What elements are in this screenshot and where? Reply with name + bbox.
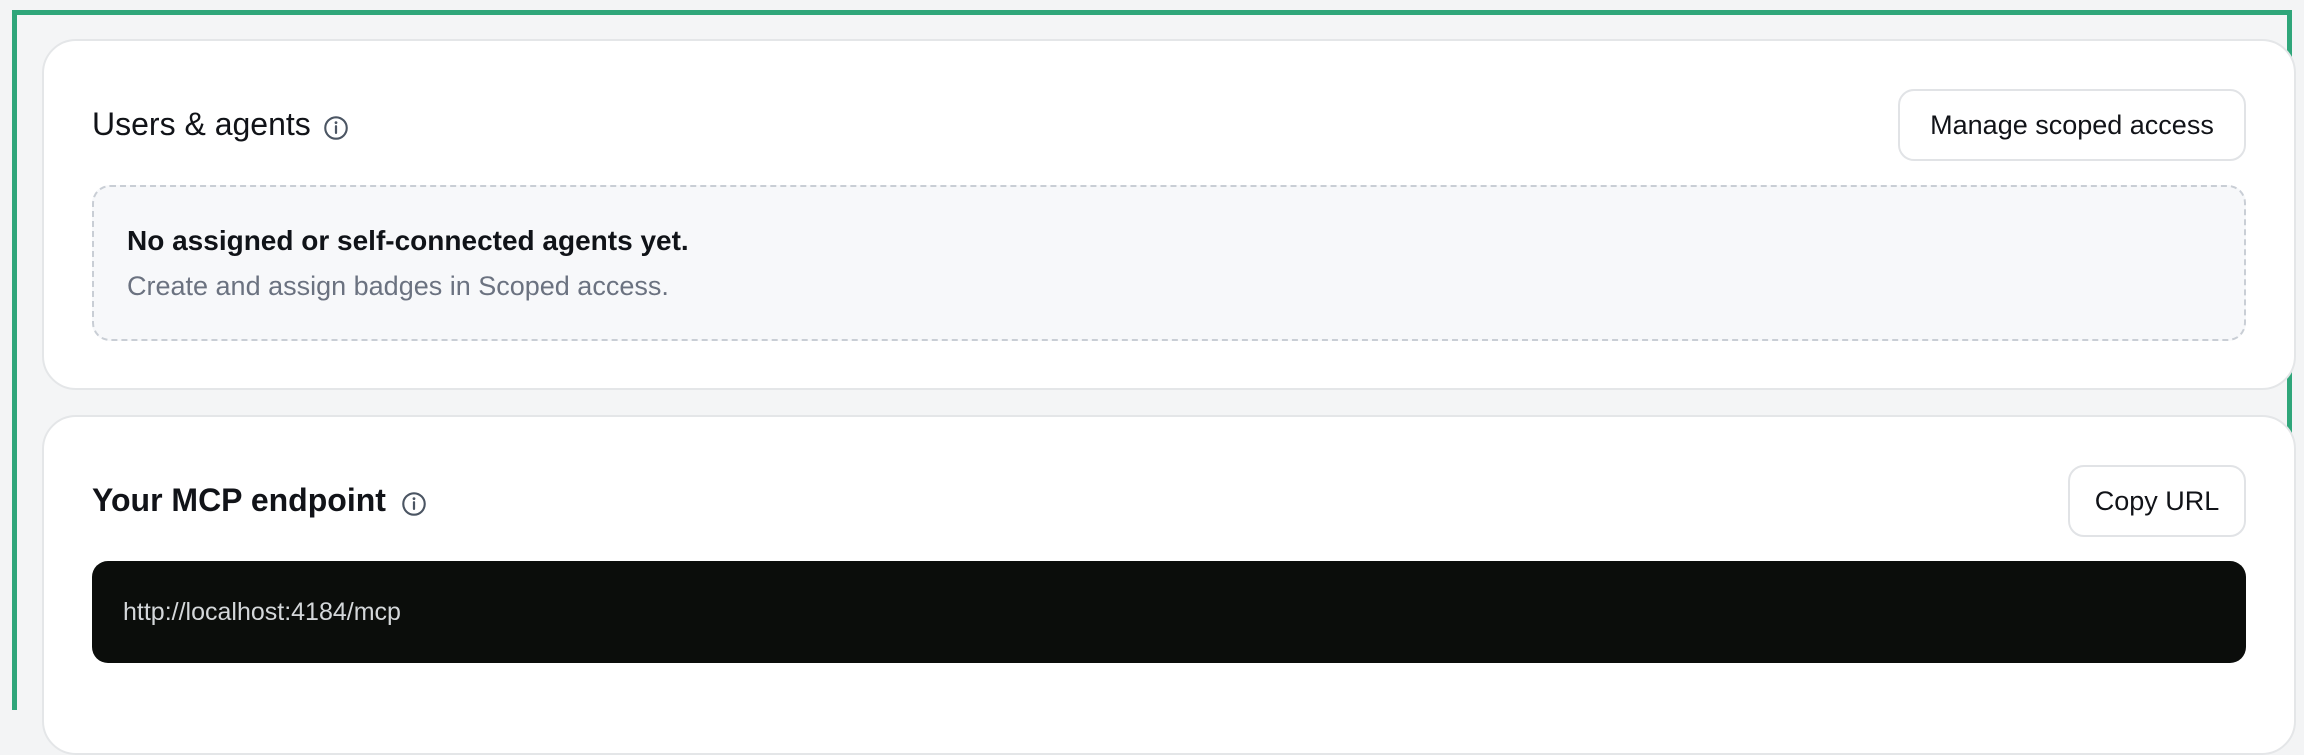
info-icon[interactable] [400,490,428,518]
mcp-endpoint-card: Your MCP endpoint Copy URL http://localh… [42,415,2296,755]
mcp-url-text[interactable]: http://localhost:4184/mcp [123,594,401,630]
users-agents-title: Users & agents [92,106,311,142]
focused-panel-frame: Users & agents Manage scoped access No a… [12,10,2296,755]
copy-url-button[interactable]: Copy URL [2068,465,2246,537]
empty-state-box: No assigned or self-connected agents yet… [92,185,2246,341]
empty-state-title: No assigned or self-connected agents yet… [127,225,689,256]
info-icon[interactable] [322,114,350,142]
users-agents-card: Users & agents Manage scoped access No a… [42,39,2296,390]
manage-scoped-access-button[interactable]: Manage scoped access [1898,89,2246,161]
mcp-endpoint-title: Your MCP endpoint [92,482,386,518]
mcp-url-box[interactable]: http://localhost:4184/mcp [92,561,2246,663]
empty-state-description: Create and assign badges in Scoped acces… [127,271,669,301]
